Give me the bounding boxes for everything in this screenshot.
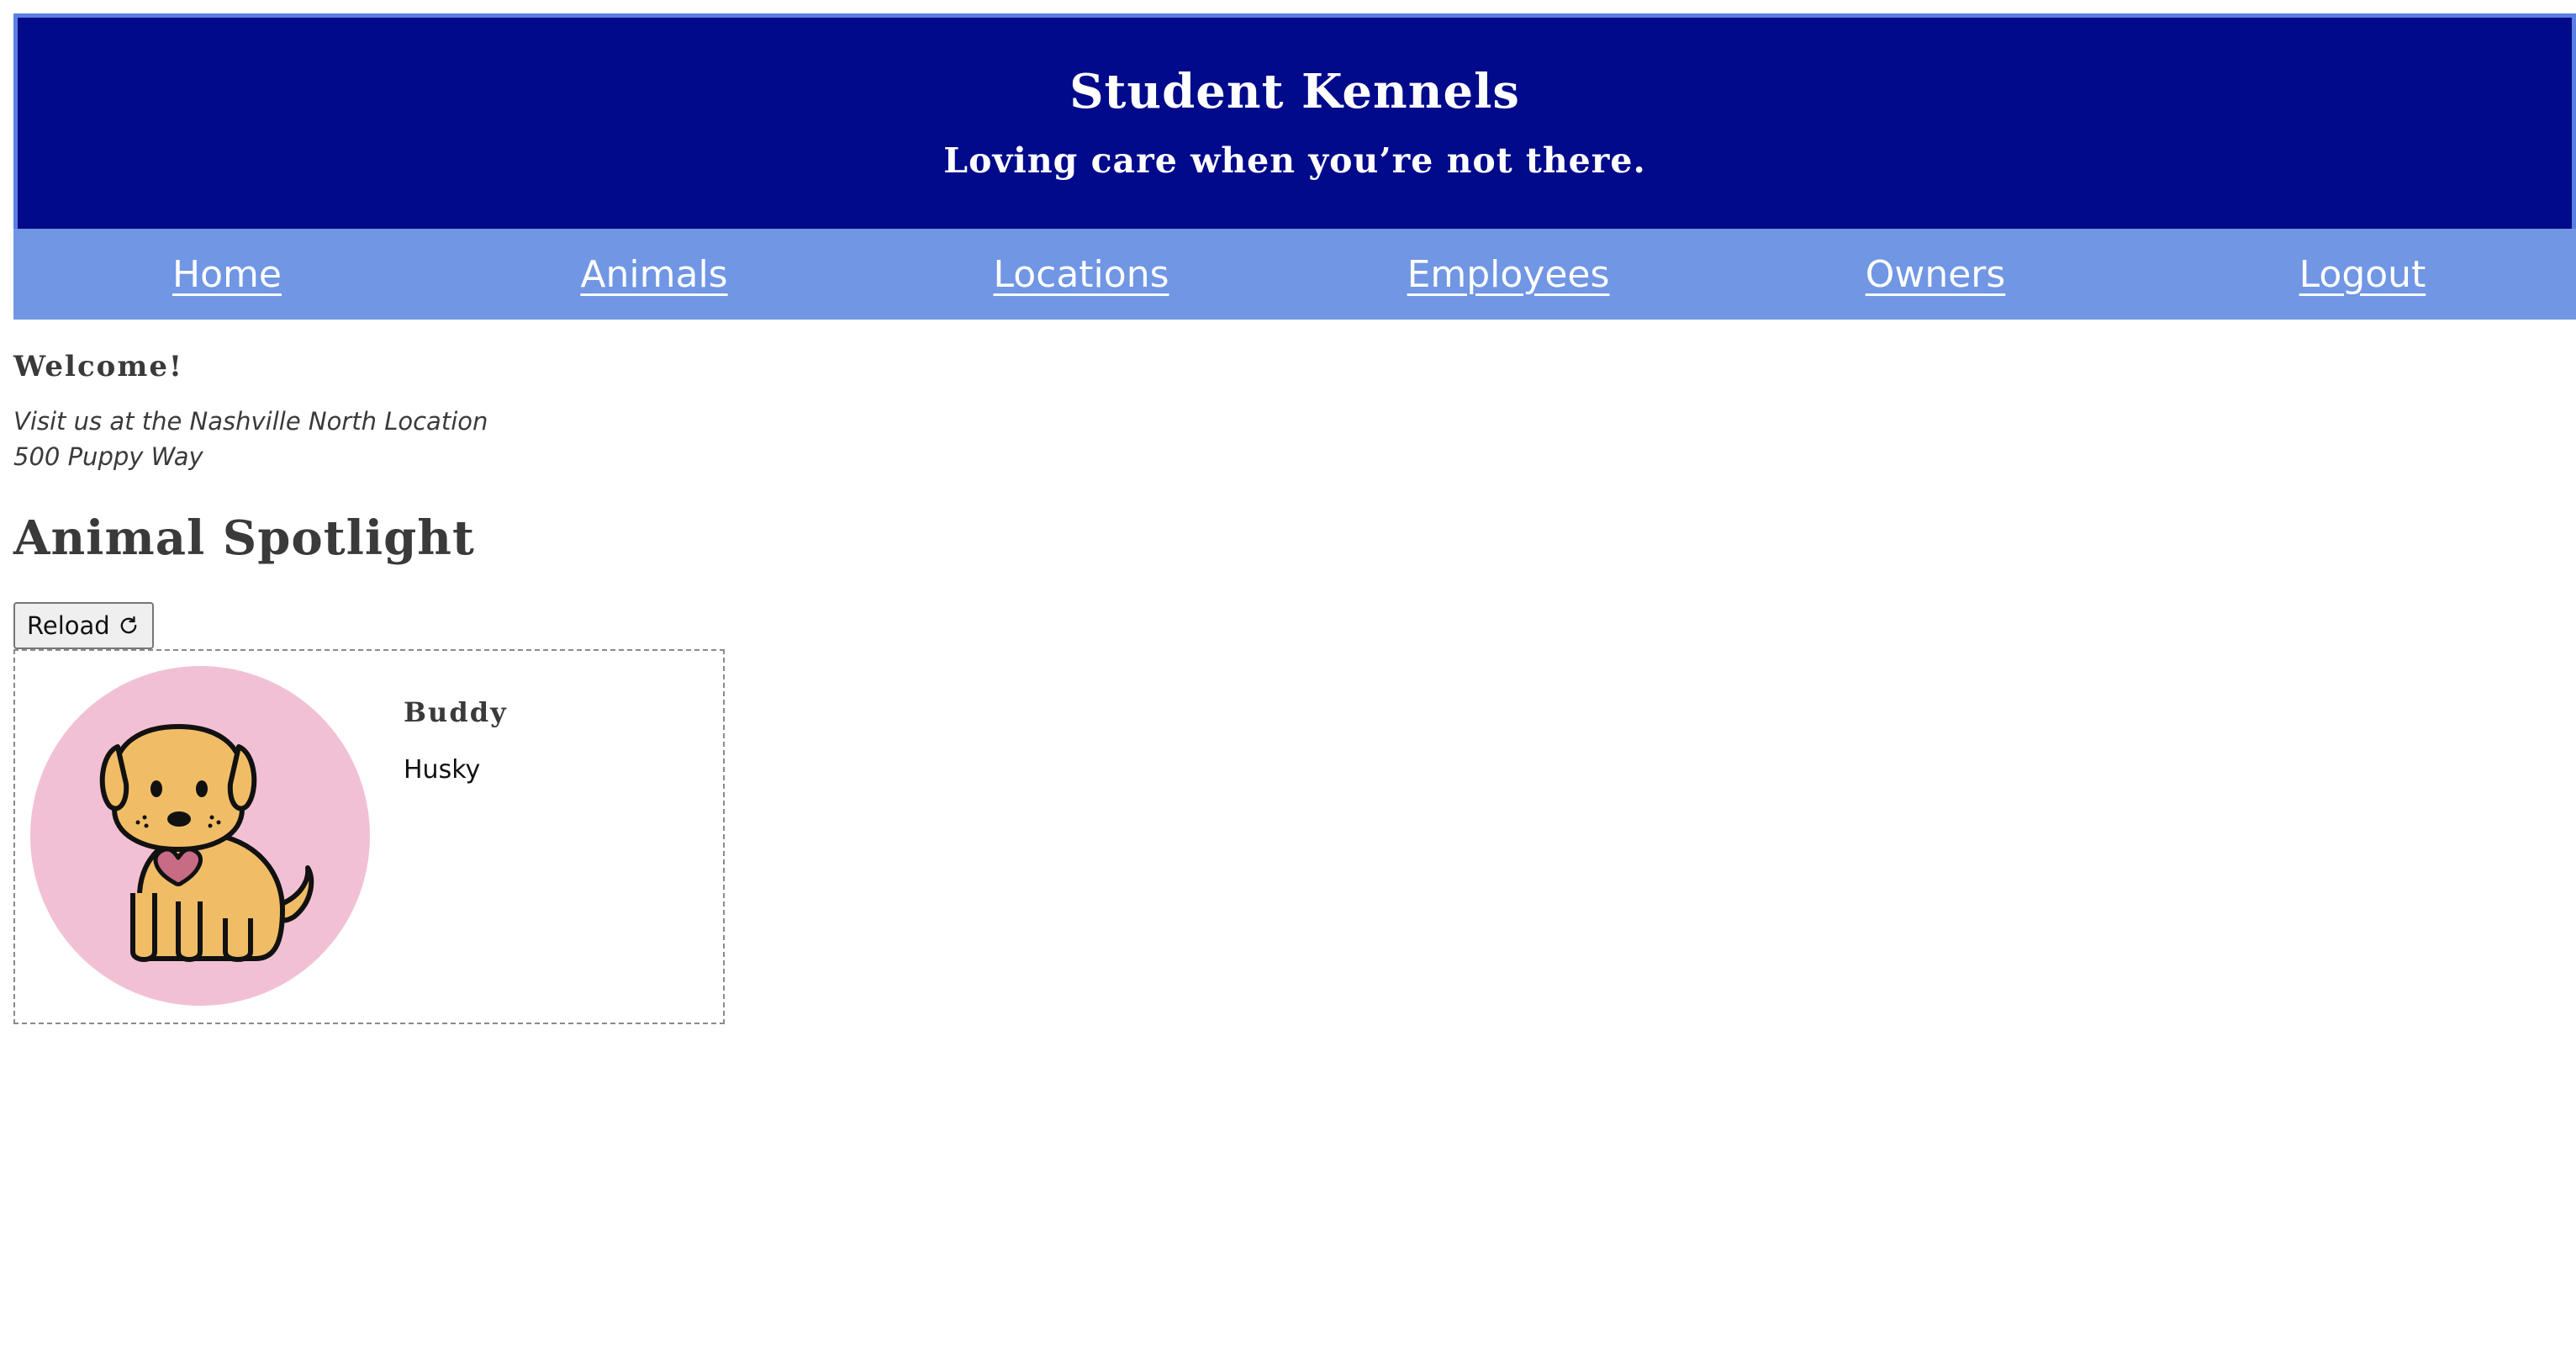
animal-breed: Husky: [404, 755, 481, 785]
page: Student Kennels Loving care when you’re …: [13, 13, 2576, 1024]
animal-avatar: [30, 666, 370, 1006]
location-address: Visit us at the Nashville North Location…: [13, 383, 2576, 474]
reload-button[interactable]: Reload: [13, 602, 154, 649]
nav-link-home[interactable]: Home: [13, 253, 441, 296]
location-line-1: Visit us at the Nashville North Location: [13, 407, 488, 436]
animal-card: Buddy Husky: [13, 649, 725, 1024]
spotlight-title: Animal Spotlight: [13, 510, 475, 566]
location-line-2: 500 Puppy Way: [13, 442, 203, 471]
site-tagline: Loving care when you’re not there.: [943, 140, 1646, 181]
reload-label: Reload: [27, 611, 110, 640]
site-header: Student Kennels Loving care when you’re …: [13, 13, 2576, 229]
site-title: Student Kennels: [1069, 64, 1520, 119]
puppy-illustration-icon: [99, 723, 314, 962]
nav-link-logout[interactable]: Logout: [2149, 253, 2576, 296]
main-nav: Home Animals Locations Employees Owners …: [13, 229, 2576, 320]
main-content: Welcome! Visit us at the Nashville North…: [13, 320, 2576, 1024]
nav-link-employees[interactable]: Employees: [1295, 253, 1722, 296]
nav-link-owners[interactable]: Owners: [1722, 253, 2149, 296]
welcome-heading: Welcome!: [13, 350, 183, 383]
refresh-icon: [120, 616, 137, 634]
animal-info: Buddy Husky: [370, 666, 508, 1007]
nav-link-animals[interactable]: Animals: [441, 253, 868, 296]
animal-name: Buddy: [404, 696, 508, 728]
nav-link-locations[interactable]: Locations: [868, 253, 1295, 296]
